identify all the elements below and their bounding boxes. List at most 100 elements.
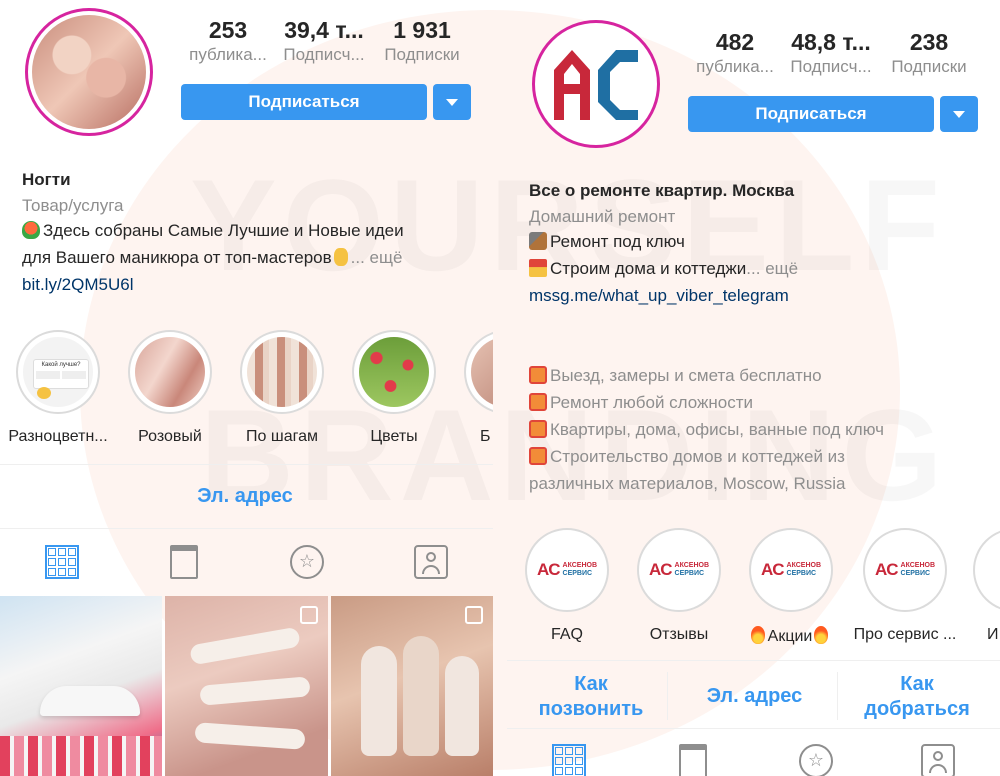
chevron-down-icon: [446, 98, 458, 106]
profile-category: Домашний ремонт: [529, 207, 676, 226]
suggestions-dropdown-button[interactable]: [433, 84, 471, 120]
profile-nails: 253 публика... 39,4 т... Подписч... 1 93…: [0, 0, 493, 776]
highlight-cover: AC АКСЕНОВ СЕРВИС: [870, 535, 940, 605]
followers-label: Подписч...: [790, 57, 872, 76]
post-thumbnail[interactable]: [165, 596, 328, 776]
multiple-photos-icon: [300, 606, 318, 624]
highlight-item[interactable]: Розовый: [120, 330, 220, 446]
emoji-icon: [37, 387, 51, 399]
highlight-item[interactable]: По шагам: [232, 330, 332, 446]
bio-extra-text: Выезд, замеры и смета бесплатно: [550, 366, 822, 385]
following-label: Подписки: [891, 57, 967, 76]
house-icon: [529, 259, 547, 277]
bio-more-link[interactable]: ... ещё: [746, 259, 798, 278]
divider: [0, 528, 493, 529]
uv-lamp-image: [40, 686, 140, 716]
bio-text-1: Ремонт под ключ: [550, 232, 685, 251]
stat-followers[interactable]: 48,8 т... Подписч...: [783, 28, 879, 78]
chevron-down-icon: [953, 110, 965, 118]
highlight-cover: AC: [980, 535, 1000, 605]
highlight-label: Акции: [741, 626, 841, 646]
profile-avatar[interactable]: [25, 8, 153, 136]
bio-more-link[interactable]: ... ещё: [351, 248, 403, 267]
highlight-item[interactable]: AC АКСЕНОВ СЕРВИС Отзывы: [629, 528, 729, 644]
following-label: Подписки: [384, 45, 460, 64]
divider: [0, 464, 493, 465]
email-contact-button[interactable]: Эл. адрес: [677, 684, 832, 709]
gift-icon: [529, 393, 547, 411]
poll-card-text: Какой лучше?: [41, 362, 81, 368]
following-count: 1 931: [393, 17, 451, 43]
feed-view-icon[interactable]: [170, 545, 198, 579]
highlight-label: Отзывы: [649, 626, 709, 643]
fire-icon: [814, 626, 829, 644]
divider: [667, 672, 668, 720]
stat-following[interactable]: 1 931 Подписки: [372, 16, 472, 66]
mini-logo-line2: СЕРВИС: [900, 570, 931, 577]
highlight-item[interactable]: AC И: [965, 528, 1000, 644]
grid-view-icon[interactable]: [45, 545, 79, 579]
profile-website-link[interactable]: bit.ly/2QM5U6l: [22, 275, 133, 295]
posts-count: 482: [715, 29, 755, 55]
posts-count: 253: [208, 17, 248, 43]
bio-extra-line: Ремонт любой сложности: [529, 390, 753, 417]
star-icon[interactable]: ☆: [799, 744, 833, 776]
bio-extra-line: Выезд, замеры и смета бесплатно: [529, 363, 822, 390]
nail-image: [199, 676, 311, 706]
highlight-cover: [135, 337, 205, 407]
mini-logo-line1: АКСЕНОВ: [786, 562, 822, 569]
profile-avatar[interactable]: [532, 20, 660, 148]
highlight-cover: [359, 337, 429, 407]
highlight-cover: AC АКСЕНОВ СЕРВИС: [532, 535, 602, 605]
bio-extra-text: Ремонт любой сложности: [550, 393, 754, 412]
follow-button[interactable]: Подписаться: [181, 84, 427, 120]
highlight-cover: [471, 337, 493, 407]
highlight-item[interactable]: AC АКСЕНОВ СЕРВИС Про сервис ...: [853, 528, 957, 644]
followers-count: 48,8 т...: [791, 29, 871, 55]
bio-text-2: Строим дома и коттеджи: [550, 259, 747, 278]
highlight-item[interactable]: Какой лучше? Разноцветн...: [8, 330, 108, 446]
highlight-item[interactable]: Цветы: [344, 330, 444, 446]
directions-contact-button[interactable]: Как добраться: [847, 672, 987, 722]
bio-line-1: Ремонт под ключ: [529, 229, 685, 256]
call-contact-button[interactable]: Как позвонить: [521, 672, 661, 722]
nail-image: [403, 636, 439, 756]
highlight-label: Цветы: [370, 428, 418, 445]
posts-label: публика...: [696, 57, 774, 76]
highlight-item[interactable]: AC АКСЕНОВ СЕРВИС FAQ: [517, 528, 617, 644]
hammer-icon: [529, 232, 547, 250]
gift-icon: [529, 420, 547, 438]
email-contact-button[interactable]: Эл. адрес: [150, 484, 340, 509]
stat-following[interactable]: 238 Подписки: [879, 28, 979, 78]
tulip-icon: [22, 221, 40, 239]
profile-category: Товар/услуга: [22, 196, 124, 215]
mini-logo-line2: СЕРВИС: [674, 570, 705, 577]
star-icon[interactable]: ☆: [290, 545, 324, 579]
highlight-label: Розовый: [138, 428, 202, 445]
ac-logo-icon: [554, 50, 638, 120]
profile-name: Ногти: [22, 170, 71, 189]
fire-icon: [750, 626, 765, 644]
highlight-label: Про сервис ...: [853, 626, 957, 643]
tagged-icon[interactable]: [414, 545, 448, 579]
feed-view-icon[interactable]: [679, 744, 707, 776]
stat-followers[interactable]: 39,4 т... Подписч...: [276, 16, 372, 66]
tagged-icon[interactable]: [921, 744, 955, 776]
grid-view-icon[interactable]: [552, 744, 586, 776]
stat-posts[interactable]: 253 публика...: [180, 16, 276, 66]
follow-button[interactable]: Подписаться: [688, 96, 934, 132]
stat-posts[interactable]: 482 публика...: [687, 28, 783, 78]
profile-website-link[interactable]: mssg.me/what_up_viber_telegram: [529, 286, 789, 306]
post-thumbnail[interactable]: [0, 596, 162, 776]
followers-count: 39,4 т...: [284, 17, 364, 43]
following-count: 238: [909, 29, 949, 55]
gift-icon: [529, 366, 547, 384]
post-thumbnail[interactable]: [331, 596, 493, 776]
mini-logo-letters: AC: [760, 560, 785, 579]
nail-image: [361, 646, 397, 756]
highlight-item[interactable]: AC АКСЕНОВ СЕРВИС Акции: [741, 528, 841, 646]
polish-bottles-image: [0, 736, 162, 776]
multiple-photos-icon: [465, 606, 483, 624]
highlight-item[interactable]: Б: [456, 330, 493, 446]
suggestions-dropdown-button[interactable]: [940, 96, 978, 132]
